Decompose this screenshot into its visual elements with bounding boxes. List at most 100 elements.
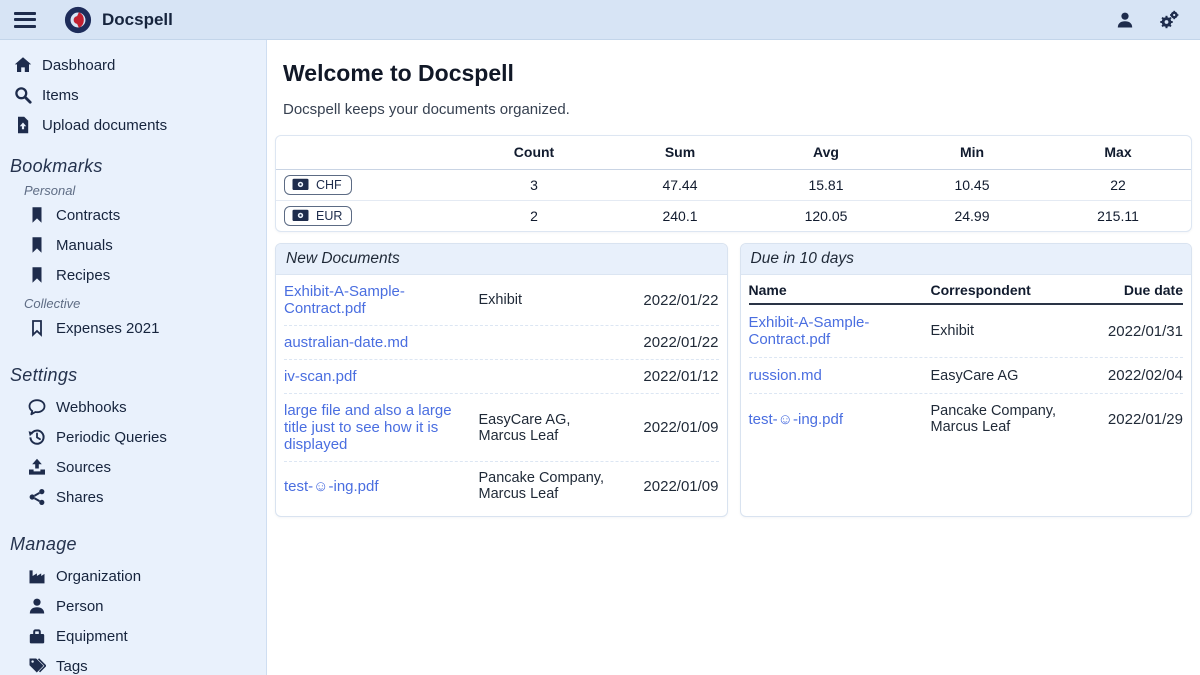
settings-section-heading: Settings (10, 365, 266, 386)
main-content: Welcome to Docspell Docspell keeps your … (267, 40, 1200, 675)
bookmark-icon (28, 266, 46, 284)
bookmarks-group-personal: Personal (24, 183, 266, 198)
sidebar-item-contracts[interactable]: Contracts (24, 200, 266, 230)
bookmark-label: Expenses 2021 (56, 320, 159, 337)
person-icon (28, 597, 46, 615)
document-correspondent: Exhibit (479, 292, 617, 308)
document-link[interactable]: test-☺-ing.pdf (284, 478, 465, 495)
sidebar-item-shares[interactable]: Shares (24, 482, 266, 512)
stat-min: 24.99 (899, 200, 1045, 231)
document-link[interactable]: Exhibit-A-Sample-Contract.pdf (749, 314, 919, 348)
document-date: 2022/01/09 (631, 419, 719, 436)
due-row: russion.md EasyCare AG 2022/02/04 (749, 358, 1184, 394)
document-row: Exhibit-A-Sample-Contract.pdf Exhibit 20… (284, 275, 719, 326)
bookmark-label: Contracts (56, 207, 120, 224)
settings-menu-button[interactable] (1152, 3, 1186, 37)
sidebar-item-person[interactable]: Person (24, 591, 266, 621)
document-row: large file and also a large title just t… (284, 394, 719, 462)
stats-row-chf: CHF 3 47.44 15.81 10.45 22 (276, 169, 1191, 200)
app-logo: Docspell (64, 6, 173, 34)
docspell-logo-icon (64, 6, 92, 34)
stat-max: 215.11 (1045, 200, 1191, 231)
stat-sum: 47.44 (607, 169, 753, 200)
document-link[interactable]: iv-scan.pdf (284, 368, 465, 385)
document-correspondent: EasyCare AG, Marcus Leaf (479, 412, 617, 444)
document-link[interactable]: test-☺-ing.pdf (749, 411, 919, 428)
currency-badge: CHF (284, 175, 352, 195)
currency-badge: EUR (284, 206, 352, 226)
bookmark-outline-icon (28, 319, 46, 337)
bookmarks-section-heading: Bookmarks (10, 156, 266, 177)
sidebar-item-organization[interactable]: Organization (24, 561, 266, 591)
comment-icon (28, 398, 46, 416)
user-menu-button[interactable] (1108, 3, 1142, 37)
document-date: 2022/01/22 (631, 334, 719, 351)
document-row: australian-date.md 2022/01/22 (284, 326, 719, 360)
stat-min: 10.45 (899, 169, 1045, 200)
document-correspondent: Pancake Company, Marcus Leaf (931, 403, 1077, 435)
home-icon (14, 56, 32, 74)
stats-header-count: Count (461, 136, 607, 169)
share-icon (28, 488, 46, 506)
stat-sum: 240.1 (607, 200, 753, 231)
bookmark-label: Recipes (56, 267, 110, 284)
toolbox-icon (28, 627, 46, 645)
sidebar-item-sources[interactable]: Sources (24, 452, 266, 482)
document-date: 2022/01/22 (631, 292, 719, 309)
industry-icon (28, 567, 46, 585)
document-link[interactable]: australian-date.md (284, 334, 465, 351)
search-icon (14, 86, 32, 104)
stats-row-eur: EUR 2 240.1 120.05 24.99 215.11 (276, 200, 1191, 231)
document-link[interactable]: large file and also a large title just t… (284, 402, 465, 453)
sidebar-item-label: Items (42, 87, 79, 104)
stats-header-row: Count Sum Avg Min Max (276, 136, 1191, 169)
cogs-icon (1159, 10, 1179, 30)
sidebar-item-equipment[interactable]: Equipment (24, 621, 266, 651)
hamburger-menu-icon[interactable] (14, 12, 36, 28)
stat-count: 3 (461, 169, 607, 200)
document-due-date: 2022/01/29 (1088, 411, 1183, 428)
settings-item-label: Shares (56, 489, 104, 506)
sidebar-item-webhooks[interactable]: Webhooks (24, 392, 266, 422)
stats-header-min: Min (899, 136, 1045, 169)
document-due-date: 2022/02/04 (1088, 367, 1183, 384)
file-upload-icon (14, 116, 32, 134)
sidebar-item-periodic-queries[interactable]: Periodic Queries (24, 422, 266, 452)
sidebar-item-label: Upload documents (42, 117, 167, 134)
document-link[interactable]: russion.md (749, 367, 919, 384)
sidebar: Dasbhoard Items Upload documents Bookmar… (0, 40, 267, 675)
stat-max: 22 (1045, 169, 1191, 200)
due-header-correspondent: Correspondent (931, 282, 1077, 298)
settings-item-label: Periodic Queries (56, 429, 167, 446)
document-due-date: 2022/01/31 (1088, 323, 1183, 340)
user-icon (1116, 11, 1134, 29)
due-row: Exhibit-A-Sample-Contract.pdf Exhibit 20… (749, 305, 1184, 358)
money-bill-icon (292, 209, 309, 222)
due-table-header: Name Correspondent Due date (749, 275, 1184, 305)
sidebar-item-recipes[interactable]: Recipes (24, 260, 266, 290)
manage-item-label: Tags (56, 658, 88, 675)
sidebar-item-label: Dasbhoard (42, 57, 115, 74)
stats-header-sum: Sum (607, 136, 753, 169)
sidebar-item-items[interactable]: Items (10, 80, 266, 110)
due-panel: Due in 10 days Name Correspondent Due da… (740, 243, 1193, 517)
bookmark-label: Manuals (56, 237, 113, 254)
bookmark-icon (28, 236, 46, 254)
history-icon (28, 428, 46, 446)
document-row: test-☺-ing.pdf Pancake Company, Marcus L… (284, 462, 719, 510)
document-correspondent: EasyCare AG (931, 368, 1077, 384)
sidebar-item-manuals[interactable]: Manuals (24, 230, 266, 260)
sidebar-item-dashboard[interactable]: Dasbhoard (10, 50, 266, 80)
document-link[interactable]: Exhibit-A-Sample-Contract.pdf (284, 283, 465, 317)
currency-label: CHF (316, 178, 342, 192)
new-documents-panel: New Documents Exhibit-A-Sample-Contract.… (275, 243, 728, 517)
sidebar-item-upload-documents[interactable]: Upload documents (10, 110, 266, 140)
stat-count: 2 (461, 200, 607, 231)
sidebar-item-expenses-2021[interactable]: Expenses 2021 (24, 313, 266, 343)
topbar: Docspell (0, 0, 1200, 40)
manage-section-heading: Manage (10, 534, 266, 555)
manage-item-label: Person (56, 598, 104, 615)
sidebar-item-tags[interactable]: Tags (24, 651, 266, 675)
document-correspondent: Pancake Company, Marcus Leaf (479, 470, 617, 502)
due-header-name: Name (749, 282, 919, 298)
